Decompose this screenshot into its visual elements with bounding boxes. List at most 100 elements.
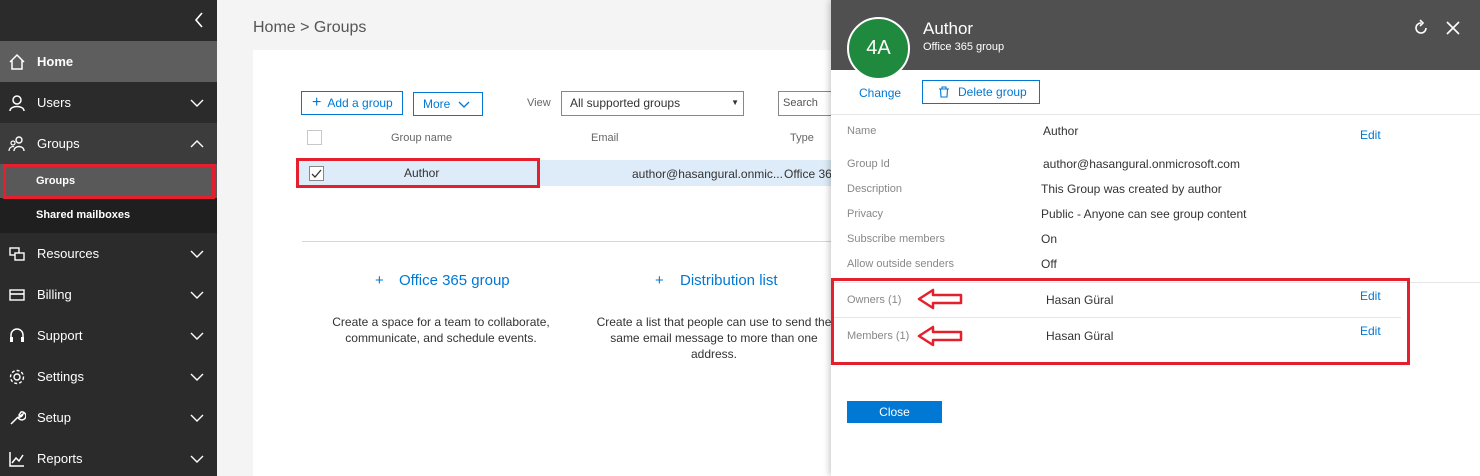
refresh-icon[interactable] bbox=[1412, 19, 1430, 37]
nav-label: Setup bbox=[37, 410, 71, 425]
delete-group-button[interactable]: Delete group bbox=[922, 80, 1040, 104]
edit-name-link[interactable]: Edit bbox=[1360, 128, 1381, 142]
column-header-group-name[interactable]: Group name bbox=[391, 132, 452, 144]
chevron-down-icon bbox=[190, 455, 204, 463]
field-label-subscribe-members: Subscribe members bbox=[847, 233, 945, 245]
field-value-description: This Group was created by author bbox=[1041, 182, 1222, 196]
group-details-panel: 4A Author Office 365 group Change Delete… bbox=[831, 0, 1480, 476]
breadcrumb: Home > Groups bbox=[253, 19, 367, 36]
chevron-down-icon bbox=[190, 414, 204, 422]
arrow-left-annotation-icon bbox=[917, 325, 963, 347]
field-label-group-id: Group Id bbox=[847, 158, 890, 170]
field-label-name: Name bbox=[847, 125, 877, 137]
edit-owners-link[interactable]: Edit bbox=[1360, 289, 1381, 303]
group-avatar: 4A bbox=[847, 17, 910, 80]
more-label: More bbox=[423, 97, 451, 111]
change-avatar-link[interactable]: Change bbox=[859, 86, 901, 100]
nav-item-reports[interactable]: Reports bbox=[0, 438, 217, 476]
nav-label: Reports bbox=[37, 451, 83, 466]
resources-icon bbox=[9, 247, 25, 261]
field-label-privacy: Privacy bbox=[847, 208, 884, 220]
field-value-privacy: Public - Anyone can see group content bbox=[1041, 207, 1247, 221]
row-type: Office 36 bbox=[784, 167, 832, 181]
view-select-value: All supported groups bbox=[570, 96, 681, 110]
nav-label: Groups bbox=[37, 136, 80, 151]
divider bbox=[302, 241, 842, 242]
field-value-name: Author bbox=[1043, 124, 1079, 138]
sidebar: Home Users Groups Groups Shared mailboxe… bbox=[0, 0, 217, 476]
divider bbox=[831, 282, 1480, 283]
description-line: address. bbox=[690, 347, 738, 361]
select-all-checkbox[interactable] bbox=[307, 130, 322, 145]
nav-item-setup[interactable]: Setup bbox=[0, 397, 217, 438]
more-button[interactable]: More bbox=[413, 92, 483, 116]
create-option-description: Create a space for a team to collaborate… bbox=[318, 314, 564, 346]
field-value-group-id: author@hasangural.onmicrosoft.com bbox=[1043, 157, 1240, 171]
row-checkbox[interactable] bbox=[309, 166, 324, 181]
user-icon bbox=[9, 95, 25, 112]
row-group-name[interactable]: Author bbox=[404, 166, 439, 180]
nav-label: Home bbox=[37, 54, 74, 69]
add-group-label: Add a group bbox=[327, 96, 393, 110]
chevron-down-icon bbox=[190, 99, 204, 107]
nav-item-settings[interactable]: Settings bbox=[0, 356, 217, 397]
view-select[interactable]: All supported groups ▼ bbox=[561, 91, 744, 116]
chevron-up-icon bbox=[190, 140, 204, 148]
nav-label: Billing bbox=[37, 287, 72, 302]
nav-item-groups[interactable]: Groups bbox=[0, 123, 217, 164]
add-group-button[interactable]: + Add a group bbox=[301, 91, 403, 115]
column-header-email[interactable]: Email bbox=[591, 132, 619, 144]
checkmark-icon bbox=[311, 169, 322, 178]
edit-members-link[interactable]: Edit bbox=[1360, 324, 1381, 338]
nav-item-billing[interactable]: Billing bbox=[0, 274, 217, 315]
field-value-allow-outside-senders: Off bbox=[1041, 257, 1057, 271]
wrench-icon bbox=[10, 411, 26, 425]
home-icon bbox=[9, 53, 25, 70]
billing-icon bbox=[9, 289, 25, 301]
panel-title: Author bbox=[923, 19, 974, 38]
nav-item-resources[interactable]: Resources bbox=[0, 233, 217, 274]
delete-group-label: Delete group bbox=[958, 85, 1027, 99]
close-button[interactable]: Close bbox=[847, 401, 942, 423]
divider bbox=[831, 114, 1480, 115]
create-option-title: Distribution list bbox=[680, 272, 778, 289]
groups-icon bbox=[8, 136, 25, 152]
owners-label: Owners (1) bbox=[847, 294, 902, 306]
sub-item-shared-mailboxes[interactable]: Shared mailboxes bbox=[0, 198, 217, 233]
divider bbox=[831, 317, 1401, 318]
trash-icon bbox=[939, 86, 949, 98]
sub-item-label: Shared mailboxes bbox=[36, 209, 131, 221]
chevron-down-icon bbox=[190, 332, 204, 340]
field-label-allow-outside-senders: Allow outside senders bbox=[847, 258, 955, 270]
nav-label: Settings bbox=[37, 369, 84, 384]
field-label-description: Description bbox=[847, 183, 903, 195]
sub-item-groups[interactable]: Groups bbox=[0, 164, 217, 198]
panel-subtitle: Office 365 group bbox=[923, 41, 1005, 53]
owners-value: Hasan Güral bbox=[1046, 293, 1114, 307]
chevron-down-icon bbox=[190, 291, 204, 299]
chevron-down-icon bbox=[190, 250, 204, 258]
reports-icon bbox=[9, 452, 24, 467]
description-line: communicate, and schedule events. bbox=[345, 331, 537, 345]
members-label: Members (1) bbox=[847, 330, 910, 342]
nav-item-home[interactable]: Home bbox=[0, 41, 217, 82]
description-line: Create a space for a team to collaborate… bbox=[332, 315, 550, 329]
field-value-subscribe-members: On bbox=[1041, 232, 1058, 246]
arrow-left-annotation-icon bbox=[917, 288, 963, 310]
row-email: author@hasangural.onmic... bbox=[632, 167, 783, 181]
nav-label: Support bbox=[37, 328, 83, 343]
nav-item-support[interactable]: Support bbox=[0, 315, 217, 356]
plus-icon: + bbox=[655, 272, 664, 289]
close-icon[interactable] bbox=[1444, 19, 1462, 37]
nav-item-users[interactable]: Users bbox=[0, 82, 217, 123]
search-placeholder: Search bbox=[783, 97, 818, 109]
plus-icon: + bbox=[375, 272, 384, 289]
column-header-type[interactable]: Type bbox=[790, 132, 814, 144]
collapse-nav-icon[interactable] bbox=[190, 10, 210, 30]
dropdown-arrow-icon: ▼ bbox=[731, 98, 739, 107]
chevron-down-icon bbox=[458, 101, 470, 108]
create-option-title: Office 365 group bbox=[399, 272, 510, 289]
nav-label: Users bbox=[37, 95, 71, 110]
description-line: same email message to more than one bbox=[610, 331, 818, 345]
plus-icon: + bbox=[312, 94, 322, 111]
